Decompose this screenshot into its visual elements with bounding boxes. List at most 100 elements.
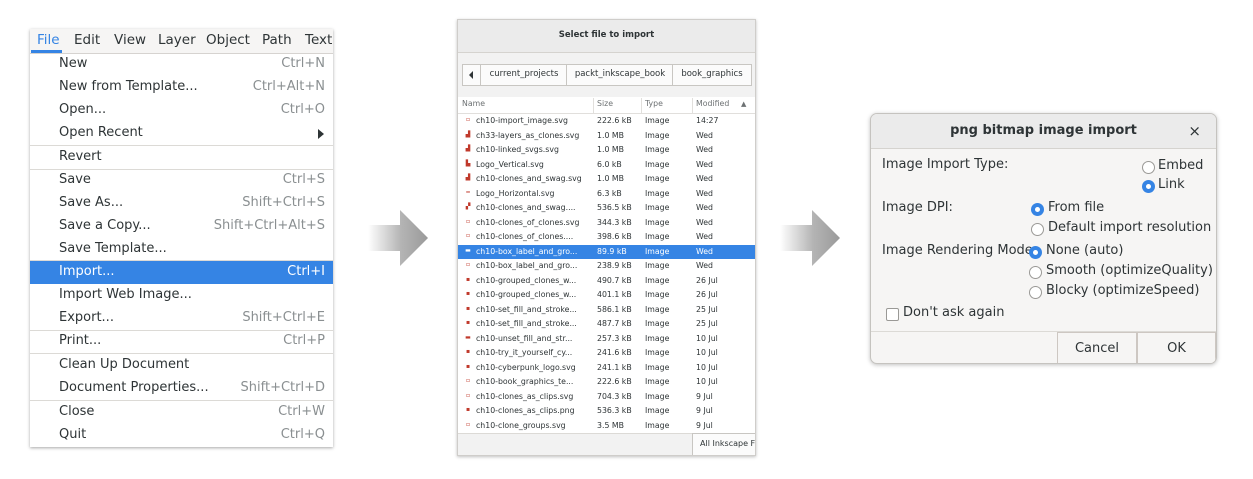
menu-item-save-as[interactable]: Save As... Shift+Ctrl+S <box>30 192 333 215</box>
menu-item-new[interactable]: New Ctrl+N <box>30 53 333 76</box>
dpi-from-file-radio[interactable] <box>1031 203 1044 216</box>
file-row[interactable]: ▫ ch10-import_image.svg 222.6 kB Image 14:27 <box>458 114 755 128</box>
embed-radio[interactable] <box>1142 161 1155 174</box>
menu-item-label: Import... <box>59 264 115 279</box>
dont-ask-checkbox[interactable] <box>886 308 899 321</box>
menubar-file[interactable]: File <box>37 32 60 48</box>
path-button-book-graphics[interactable]: book_graphics <box>672 64 752 86</box>
file-modified: 9 Jul <box>696 391 713 401</box>
menu-item-save-template[interactable]: Save Template... <box>30 238 333 261</box>
menu-item-save-a-copy[interactable]: Save a Copy... Shift+Ctrl+Alt+S <box>30 215 333 238</box>
bitmap-import-dialog: png bitmap image import × Image Import T… <box>870 113 1217 364</box>
file-row[interactable]: ▫ ch10-clones_of_clones.svg 344.3 kB Image W… <box>458 216 755 230</box>
file-type: Image <box>645 261 670 270</box>
file-row[interactable]: ▫ ch10-clones_as_clips.svg 704.3 kB Image 9 … <box>458 390 755 404</box>
file-type: Image <box>645 348 670 357</box>
image-file-icon: ▪ <box>465 275 471 283</box>
file-row[interactable]: ━ Logo_Horizontal.svg 6.3 kB Image Wed <box>458 187 755 201</box>
menu-item-clean-up-document[interactable]: Clean Up Document <box>30 354 333 377</box>
flow-arrow-icon <box>368 210 428 266</box>
file-row[interactable]: ▙ Logo_Vertical.svg 6.0 kB Image Wed <box>458 158 755 172</box>
file-row[interactable]: ▪ ch10-set_fill_and_stroke... 487.7 kB Imag… <box>458 317 755 331</box>
render-blocky-radio[interactable] <box>1029 286 1042 299</box>
menu-item-quit[interactable]: Quit Ctrl+Q <box>30 424 333 447</box>
file-row[interactable]: ▪ ch10-grouped_clones_w... 401.1 kB Image 26… <box>458 288 755 302</box>
file-modified: Wed <box>696 145 713 154</box>
menu-item-close[interactable]: Close Ctrl+W <box>30 401 333 424</box>
menu-item-accel: Ctrl+O <box>280 102 325 117</box>
file-row[interactable]: ▟ ch10-clones_and_swag.svg 1.0 MB Image Wed <box>458 172 755 186</box>
close-icon[interactable]: × <box>1188 122 1201 140</box>
menubar: File Edit View Layer Object Path Text <box>30 29 333 54</box>
file-modified: 9 Jul <box>696 420 713 430</box>
render-smooth-label[interactable]: Smooth (optimizeQuality) <box>1046 263 1213 278</box>
file-row[interactable]: ▞ ch10-clones_and_swag.... 536.5 kB Image We… <box>458 201 755 215</box>
menubar-layer[interactable]: Layer <box>158 32 196 48</box>
column-header-type[interactable]: Type <box>645 99 663 108</box>
path-button-current-projects[interactable]: current_projects <box>480 64 568 86</box>
menu-item-export[interactable]: Export... Shift+Ctrl+E <box>30 307 333 330</box>
file-row[interactable]: ▪ ch10-try_it_yourself_cy... 241.6 kB Image… <box>458 346 755 360</box>
file-modified: Wed <box>696 159 713 169</box>
menubar-view[interactable]: View <box>114 32 146 48</box>
menu-item-import-web-image[interactable]: Import Web Image... <box>30 284 333 307</box>
menu-item-open[interactable]: Open... Ctrl+O <box>30 99 333 122</box>
render-smooth-radio[interactable] <box>1029 266 1042 279</box>
dont-ask-label[interactable]: Don't ask again <box>903 305 1004 320</box>
file-type: Image <box>645 217 670 227</box>
file-filter-dropdown[interactable]: All Inkscape F <box>692 433 755 455</box>
menubar-text[interactable]: Text <box>305 32 332 48</box>
menu-item-new-from-template[interactable]: New from Template... Ctrl+Alt+N <box>30 76 333 99</box>
chooser-footer: All Inkscape F <box>458 433 755 455</box>
file-row[interactable]: ▫ ch10-book_graphics_te... 222.6 kB Image 10… <box>458 375 755 389</box>
file-row[interactable]: ▬ ch10-box_label_and_gro... 89.9 kB Image We… <box>458 244 755 259</box>
path-button-packt-inkscape-book[interactable]: packt_inkscape_book <box>566 64 674 86</box>
column-divider <box>692 98 693 113</box>
file-row[interactable]: ▪ ch10-grouped_clones_w... 490.7 kB Image 26… <box>458 274 755 288</box>
file-row[interactable]: ▪ ch10-clones_as_clips.png 536.3 kB Image 9 … <box>458 404 755 418</box>
file-row[interactable]: ▪ ch10-set_fill_and_stroke... 586.1 kB Imag… <box>458 303 755 317</box>
file-row[interactable]: ▟ ch10-linked_svgs.svg 1.0 MB Image Wed <box>458 143 755 157</box>
render-blocky-label[interactable]: Blocky (optimizeSpeed) <box>1046 283 1199 298</box>
column-header-name[interactable]: Name <box>462 99 485 108</box>
file-size: 222.6 kB <box>597 116 632 125</box>
dpi-from-file-label[interactable]: From file <box>1048 200 1104 215</box>
column-header-modified[interactable]: Modified <box>696 99 729 108</box>
file-modified: Wed <box>696 130 713 140</box>
menubar-edit[interactable]: Edit <box>74 32 100 48</box>
file-size: 257.3 kB <box>597 333 632 343</box>
file-row[interactable]: ▫ ch10-clones_of_clones.... 398.6 kB Image W… <box>458 230 755 244</box>
ok-button[interactable]: OK <box>1137 332 1216 363</box>
link-radio[interactable] <box>1142 180 1155 193</box>
link-label[interactable]: Link <box>1158 177 1185 192</box>
dpi-default-label[interactable]: Default import resolution <box>1048 220 1211 235</box>
menu-item-revert[interactable]: Revert <box>30 146 333 169</box>
dialog-title: png bitmap image import <box>950 123 1137 138</box>
dpi-default-radio[interactable] <box>1031 223 1044 236</box>
menu-item-document-properties[interactable]: Document Properties... Shift+Ctrl+D <box>30 377 333 400</box>
path-back-button[interactable] <box>462 64 482 86</box>
file-row[interactable]: ▬ ch10-unset_fill_and_str... 257.3 kB Image… <box>458 332 755 346</box>
menu-item-open-recent[interactable]: Open Recent <box>30 122 333 145</box>
menu-item-save[interactable]: Save Ctrl+S <box>30 169 333 192</box>
file-row[interactable]: ▫ ch10-clone_groups.svg 3.5 MB Image 9 Jul <box>458 419 755 433</box>
cancel-button[interactable]: Cancel <box>1057 332 1137 363</box>
menu-item-accel: Shift+Ctrl+E <box>242 310 325 325</box>
file-row[interactable]: ▫ ch10-box_label_and_gro... 238.9 kB Image W… <box>458 259 755 273</box>
embed-label[interactable]: Embed <box>1158 158 1203 173</box>
render-none-label[interactable]: None (auto) <box>1046 243 1123 258</box>
menu-item-print[interactable]: Print... Ctrl+P <box>30 330 333 353</box>
menu-item-label: Print... <box>59 333 102 348</box>
column-header-size[interactable]: Size <box>597 99 613 108</box>
file-name: ch10-clone_groups.svg <box>476 420 566 430</box>
file-modified: 14:27 <box>696 116 719 125</box>
render-none-radio[interactable] <box>1029 246 1042 259</box>
menubar-object[interactable]: Object <box>206 32 250 48</box>
menu-item-label: Close <box>59 404 95 419</box>
file-row[interactable]: ▟ ch33-layers_as_clones.svg 1.0 MB Image Wed <box>458 129 755 143</box>
file-name: ch10-set_fill_and_stroke... <box>476 319 577 328</box>
file-modified: 25 Jul <box>696 304 718 314</box>
file-row[interactable]: ▪ ch10-cyberpunk_logo.svg 241.1 kB Image 10 … <box>458 361 755 375</box>
menu-item-import[interactable]: Import... Ctrl+I <box>30 261 333 284</box>
menubar-path[interactable]: Path <box>262 32 292 48</box>
